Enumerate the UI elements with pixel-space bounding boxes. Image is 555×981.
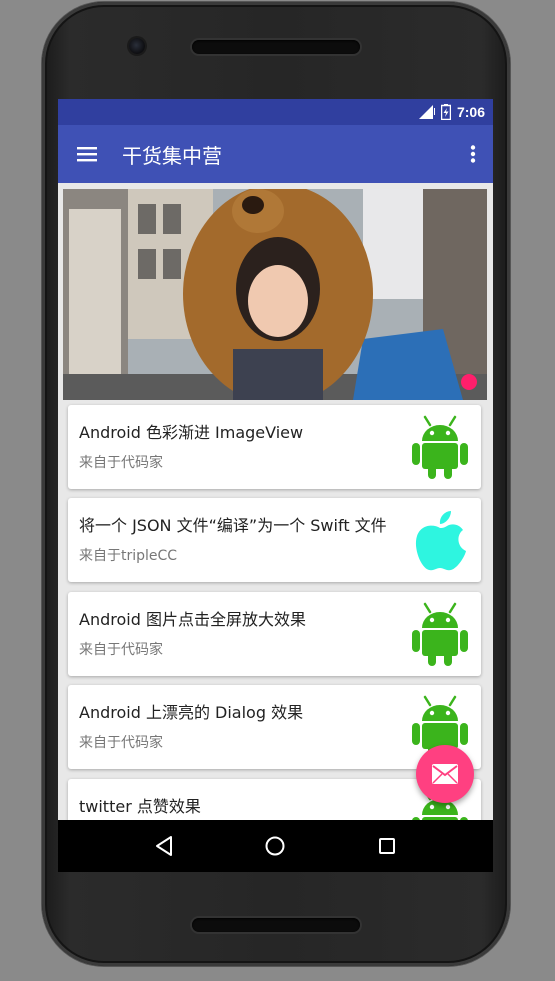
back-button[interactable] [144,826,184,866]
menu-button[interactable] [58,125,116,183]
home-button[interactable] [255,826,295,866]
apple-icon [415,511,466,571]
list-item[interactable]: Android 色彩渐进 ImageView 来自于代码家 [68,405,481,489]
article-title: twitter 点赞效果 [79,797,201,816]
mail-icon [432,764,458,784]
overflow-menu-button[interactable] [453,125,493,183]
article-title: Android 图片点击全屏放大效果 [79,610,306,629]
article-source: 来自于代码家 [79,455,163,471]
status-icons [418,104,451,120]
article-source: 来自于代码家 [79,735,163,751]
device-screen: 7:06 干货集中营 Android 色彩渐进 ImageView 来自于代码家… [58,99,493,872]
battery-icon [440,104,451,120]
banner-photo [63,189,487,400]
app-title: 干货集中营 [122,143,222,168]
list-item[interactable]: Android 上漂亮的 Dialog 效果 来自于代码家 [68,685,481,769]
front-camera [129,38,145,54]
banner-indicator-dot [461,374,477,390]
bottom-speaker [192,918,360,932]
list-item[interactable]: 将一个 JSON 文件“编译”为一个 Swift 文件 来自于tripleCC [68,498,481,582]
app-bar: 干货集中营 [58,125,493,183]
status-bar: 7:06 [58,99,493,125]
more-vert-icon [470,145,476,163]
article-title: 将一个 JSON 文件“编译”为一个 Swift 文件 [79,516,387,535]
recents-icon [379,838,396,854]
hamburger-icon [77,147,97,162]
back-icon [155,836,172,856]
signal-icon [418,105,435,119]
recents-button[interactable] [367,826,407,866]
android-icon [412,415,468,479]
banner-image[interactable] [63,189,487,400]
compose-mail-fab[interactable] [416,745,474,803]
article-source: 来自于tripleCC [79,548,178,564]
status-time: 7:06 [456,104,485,120]
article-title: Android 色彩渐进 ImageView [79,423,304,442]
list-item[interactable]: Android 图片点击全屏放大效果 来自于代码家 [68,592,481,676]
earpiece-speaker [192,40,360,54]
article-title: Android 上漂亮的 Dialog 效果 [79,703,304,722]
home-icon [265,836,285,856]
android-icon [412,602,468,666]
system-nav-bar [58,820,493,872]
article-source: 来自于代码家 [79,642,163,658]
